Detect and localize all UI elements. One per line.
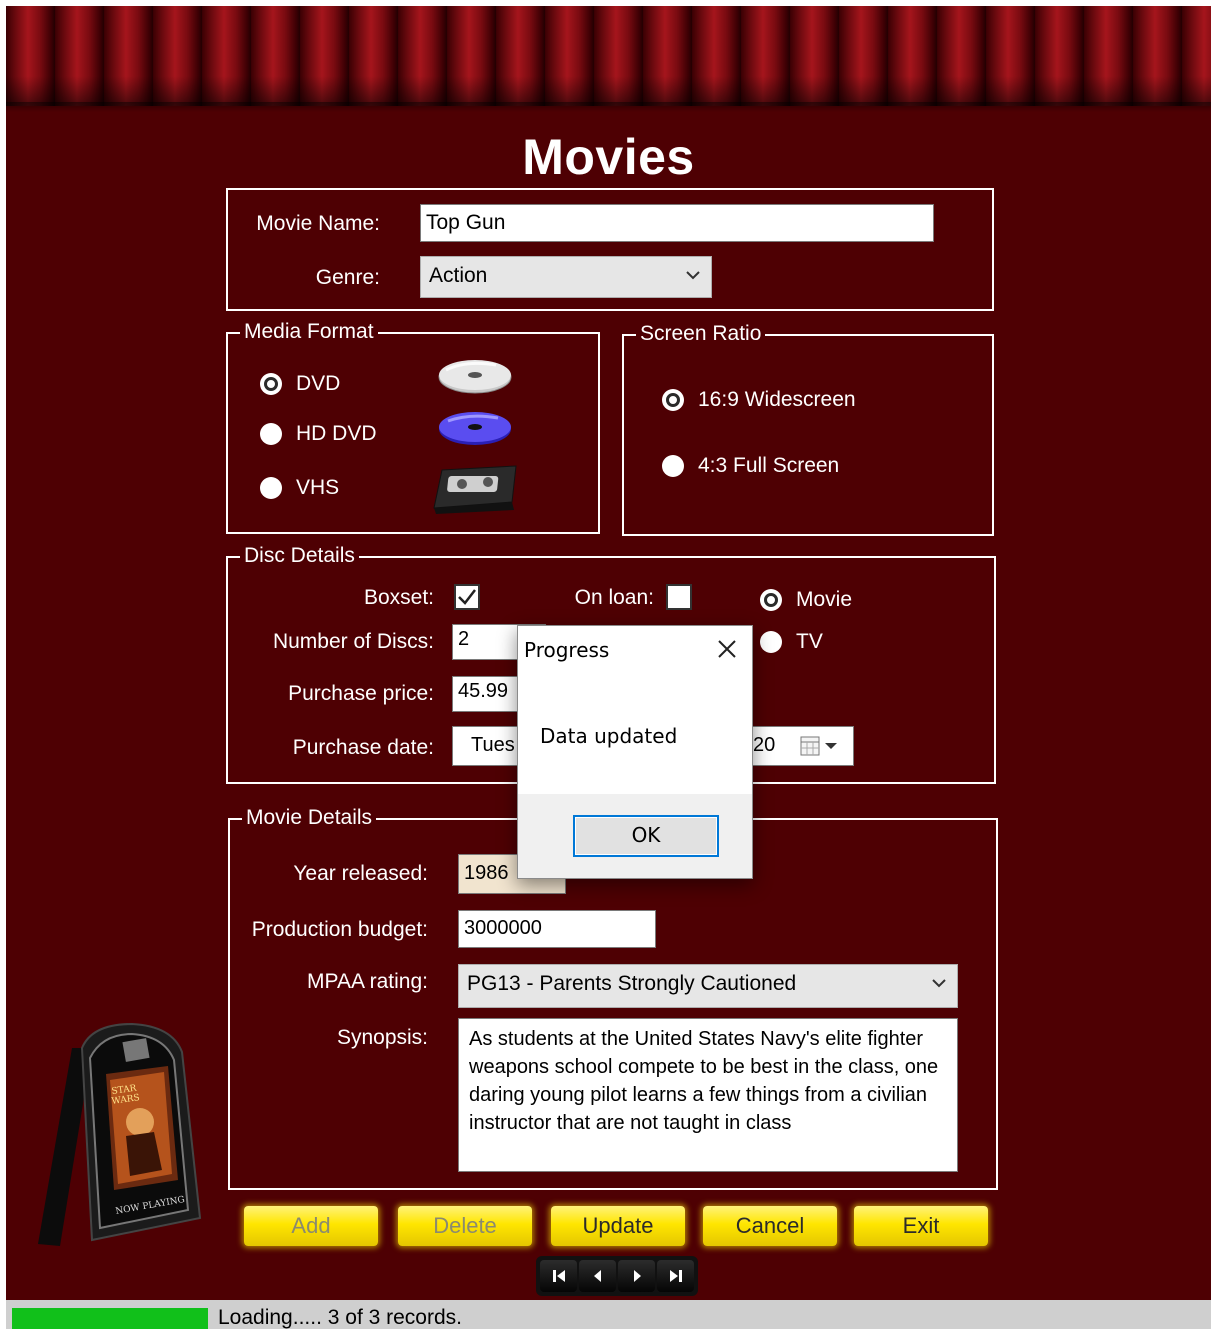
curtain-shadow xyxy=(6,102,1211,112)
genre-value: Action xyxy=(429,264,488,287)
num-discs-label: Number of Discs: xyxy=(272,630,434,653)
radio-button[interactable] xyxy=(260,423,282,445)
radio-label: HD DVD xyxy=(296,422,377,445)
radio-type-movie[interactable]: Movie xyxy=(760,588,852,612)
radio-label: 16:9 Widescreen xyxy=(698,388,856,411)
close-icon[interactable] xyxy=(716,638,738,660)
genre-select[interactable]: Action xyxy=(420,256,712,298)
exit-button[interactable]: Exit xyxy=(854,1206,988,1246)
record-navigator xyxy=(536,1256,698,1296)
mpaa-rating-label: MPAA rating: xyxy=(307,970,428,993)
checkmark-icon xyxy=(458,589,476,605)
hd-dvd-disc-icon xyxy=(439,412,511,445)
synopsis-label: Synopsis: xyxy=(336,1026,428,1049)
update-button[interactable]: Update xyxy=(551,1206,685,1246)
movie-info-group: Movie Name: Top Gun Genre: Action xyxy=(226,188,994,311)
calendar-dropdown-icon[interactable] xyxy=(799,735,843,757)
radio-dvd[interactable]: DVD xyxy=(260,372,340,396)
movies-window: Movies Movie Name: Top Gun Genre: Action… xyxy=(6,6,1211,1329)
mpaa-rating-value: PG13 - Parents Strongly Cautioned xyxy=(467,972,797,995)
dialog-title: Progress xyxy=(524,638,610,662)
onloan-checkbox[interactable] xyxy=(666,584,692,610)
radio-button[interactable] xyxy=(260,373,282,395)
date-text-right: 20 xyxy=(753,734,776,756)
radio-label: DVD xyxy=(296,372,341,395)
progress-bar xyxy=(12,1308,208,1329)
now-playing-sign-icon: STAR WARS NOW PLAYING xyxy=(38,1022,202,1246)
onloan-label: On loan: xyxy=(574,586,654,609)
radio-fullscreen[interactable]: 4:3 Full Screen xyxy=(662,454,839,478)
skip-first-icon xyxy=(552,1270,565,1282)
media-format-group: Media Format DVD HD DVD VHS xyxy=(226,320,600,534)
purchase-price-label: Purchase price: xyxy=(288,682,434,705)
last-record-button[interactable] xyxy=(657,1260,694,1292)
chevron-down-icon xyxy=(932,979,946,988)
synopsis-textarea[interactable]: As students at the United States Navy's … xyxy=(458,1018,958,1172)
radio-button[interactable] xyxy=(260,477,282,499)
chevron-down-icon xyxy=(686,271,700,280)
page-title: Movies xyxy=(522,129,695,185)
dialog-message: Data updated xyxy=(540,724,678,748)
first-record-button[interactable] xyxy=(540,1260,577,1292)
curtain-banner xyxy=(6,6,1211,106)
status-bar: Loading..... 3 of 3 records. xyxy=(6,1300,1211,1329)
progress-dialog: Progress Data updated OK xyxy=(517,625,753,879)
radio-button[interactable] xyxy=(760,589,782,611)
cancel-button[interactable]: Cancel xyxy=(703,1206,837,1246)
radio-button[interactable] xyxy=(662,389,684,411)
mpaa-rating-select[interactable]: PG13 - Parents Strongly Cautioned xyxy=(458,964,958,1008)
screen-ratio-legend: Screen Ratio xyxy=(636,322,766,346)
next-icon xyxy=(633,1270,641,1282)
radio-hd-dvd[interactable]: HD DVD xyxy=(260,422,377,446)
media-format-legend: Media Format xyxy=(240,320,378,344)
radio-label: Movie xyxy=(796,588,853,611)
radio-type-tv[interactable]: TV xyxy=(760,630,823,654)
previous-icon xyxy=(593,1270,601,1282)
screen-ratio-group: Screen Ratio 16:9 Widescreen 4:3 Full Sc… xyxy=(622,322,994,536)
ok-button[interactable]: OK xyxy=(573,815,719,857)
next-record-button[interactable] xyxy=(618,1260,655,1292)
year-released-label: Year released: xyxy=(293,862,428,885)
boxset-label: Boxset: xyxy=(363,586,434,609)
dvd-disc-icon xyxy=(438,360,512,394)
movie-details-legend: Movie Details xyxy=(242,806,377,830)
radio-widescreen[interactable]: 16:9 Widescreen xyxy=(662,388,856,412)
genre-label: Genre: xyxy=(315,266,380,289)
status-text: Loading..... 3 of 3 records. xyxy=(218,1306,462,1329)
production-budget-label: Production budget: xyxy=(251,918,428,941)
radio-button[interactable] xyxy=(662,455,684,477)
disc-details-legend: Disc Details xyxy=(240,544,359,568)
radio-label: TV xyxy=(796,630,823,653)
radio-vhs[interactable]: VHS xyxy=(260,476,339,500)
skip-last-icon xyxy=(669,1270,682,1282)
radio-label: VHS xyxy=(296,476,340,499)
date-text-left: Tues xyxy=(471,734,515,756)
previous-record-button[interactable] xyxy=(579,1260,616,1292)
add-button[interactable]: Add xyxy=(244,1206,378,1246)
radio-button[interactable] xyxy=(760,631,782,653)
dialog-footer: OK xyxy=(518,794,752,878)
boxset-checkbox[interactable] xyxy=(454,584,480,610)
delete-button[interactable]: Delete xyxy=(398,1206,532,1246)
vhs-tape-icon xyxy=(433,465,517,514)
production-budget-input[interactable]: 3000000 xyxy=(458,910,656,948)
movie-name-input[interactable]: Top Gun xyxy=(420,204,934,242)
purchase-date-label: Purchase date: xyxy=(292,736,434,759)
radio-label: 4:3 Full Screen xyxy=(698,454,840,477)
movie-name-label: Movie Name: xyxy=(256,212,380,235)
